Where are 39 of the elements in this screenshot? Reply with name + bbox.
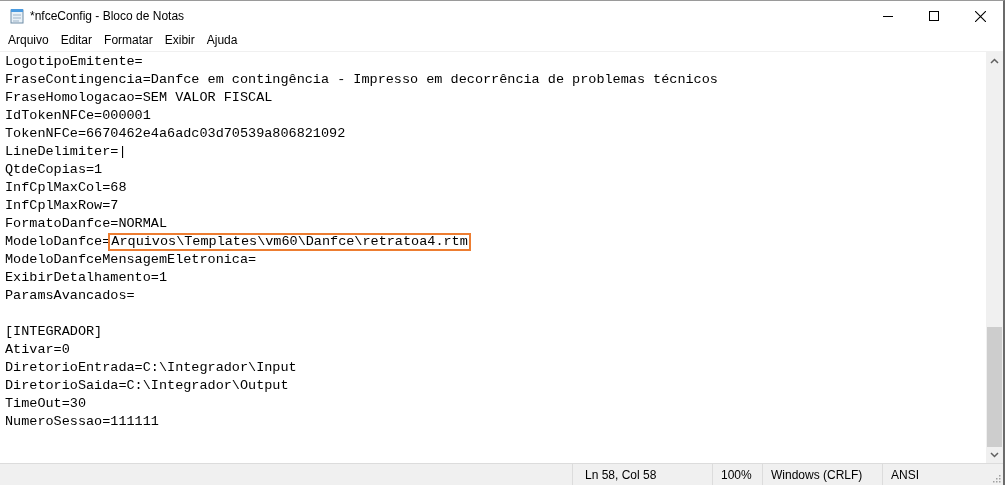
notepad-icon [9, 8, 25, 24]
resize-grip-icon[interactable] [993, 475, 1001, 483]
vertical-scrollbar[interactable] [986, 52, 1003, 463]
text-line: NumeroSessao=111111 [5, 413, 159, 431]
text-line: TokenNFCe=6670462e4a6adc03d70539a806821092 [5, 125, 346, 143]
menu-item[interactable]: Exibir [158, 31, 201, 50]
menu-item[interactable]: Arquivo [2, 31, 55, 50]
maximize-icon [929, 11, 939, 21]
text-line: ModeloDanfceMensagemEletronica= [5, 251, 257, 269]
menu-item[interactable]: Ajuda [200, 31, 244, 50]
menu-item[interactable]: Editar [54, 31, 99, 50]
text-line: DiretorioEntrada=C:\Integrador\Input [5, 359, 297, 377]
close-icon [974, 10, 986, 22]
scrollbar-thumb[interactable] [987, 327, 1002, 447]
text-line: TimeOut=30 [5, 395, 86, 413]
text-line: DiretorioSaida=C:\Integrador\Output [5, 377, 289, 395]
text-line: InfCplMaxCol=68 [5, 179, 127, 197]
window-title: *nfceConfig - Bloco de Notas [30, 8, 185, 25]
text-line: Ativar=0 [5, 341, 70, 359]
encoding: ANSI [891, 466, 919, 484]
highlighted-value: Arquivos\Templates\vm60\Danfce\retratoa4.rtm [108, 233, 471, 251]
text-line: InfCplMaxRow=7 [5, 197, 119, 215]
scroll-down-icon[interactable] [990, 452, 999, 458]
zoom-level: 100% [721, 466, 752, 484]
text-line: ModeloDanfce= [5, 233, 111, 251]
line-ending: Windows (CRLF) [771, 466, 863, 484]
text-line: IdTokenNFCe=000001 [5, 107, 151, 125]
text-line: FraseHomologacao=SEM VALOR FISCAL [5, 89, 273, 107]
menu-item[interactable]: Formatar [98, 31, 159, 50]
text-line: [INTEGRADOR] [5, 323, 103, 341]
text-line: FraseContingencia=Danfce em contingência - Impresso em decorrência de problemas técnicos [5, 71, 718, 89]
scroll-up-icon[interactable] [990, 58, 999, 64]
text-line: LineDelimiter=| [5, 143, 127, 161]
text-line: FormatoDanfce=NORMAL [5, 215, 168, 233]
cursor-position: Ln 58, Col 58 [585, 466, 657, 484]
text-line: ParamsAvancados= [5, 287, 135, 305]
text-line: QtdeCopias=1 [5, 161, 103, 179]
text-line: ExibirDetalhamento=1 [5, 269, 168, 287]
text-line: LogotipoEmitente= [5, 53, 143, 71]
